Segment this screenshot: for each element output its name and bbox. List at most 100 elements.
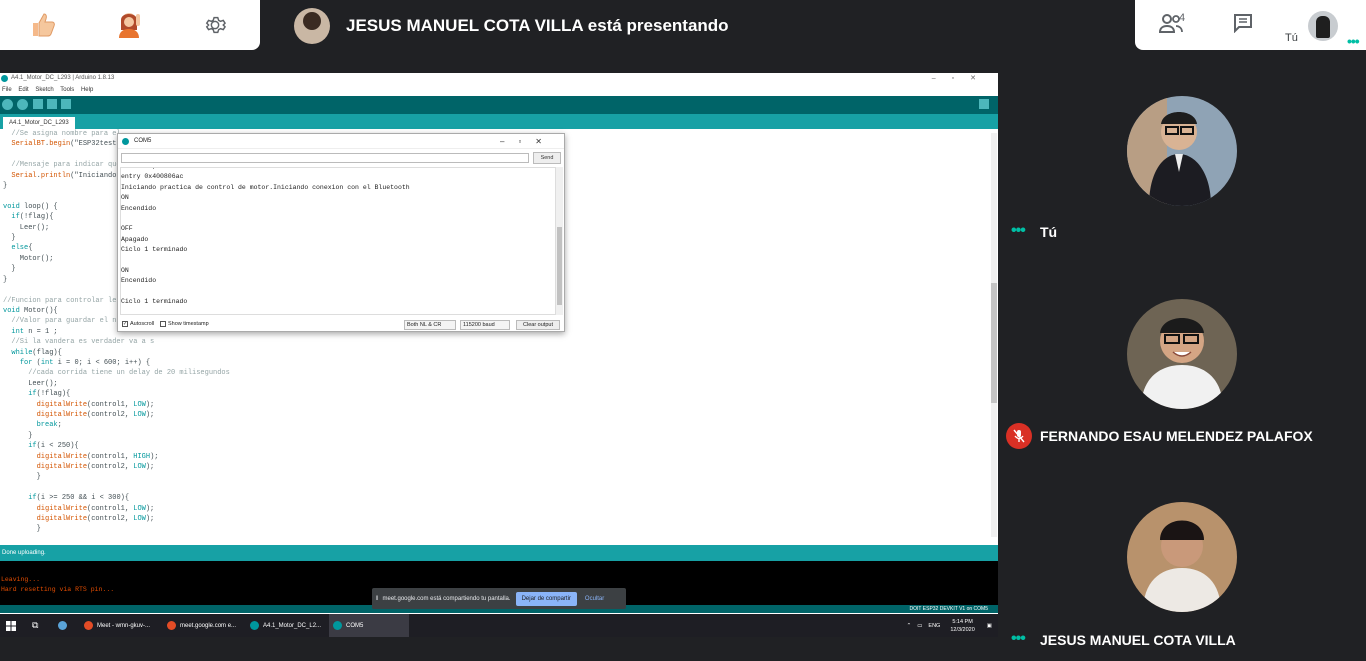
arduino-icon: [122, 138, 129, 145]
serial-output-line: [121, 214, 555, 224]
serial-output-line: Ciclo 1 terminado: [121, 298, 188, 306]
more-options-icon[interactable]: •••: [1011, 630, 1026, 648]
hide-button[interactable]: Ocultar: [585, 596, 604, 602]
serial-input[interactable]: [121, 153, 529, 163]
editor-scrollbar[interactable]: [991, 133, 997, 537]
language-indicator[interactable]: ENG: [928, 623, 940, 629]
arduino-icon: [250, 621, 259, 630]
ide-toolbar: [0, 96, 998, 114]
raise-hand-icon[interactable]: [86, 0, 172, 50]
menu-sketch[interactable]: Sketch: [35, 87, 53, 93]
code-line: digitalWrite(control1, LOW);: [36, 504, 155, 513]
autoscroll-label: Autoscroll: [130, 321, 155, 327]
presenter-avatar: [294, 8, 330, 44]
steam-icon[interactable]: [54, 614, 72, 637]
participants-panel: ••• Tú FERNANDO ESAU MELENDEZ PALAFOX ••…: [998, 50, 1366, 661]
serial-output-line: [121, 256, 555, 266]
ide-title-bar: A4.1_Motor_DC_L293 | Arduino 1.8.13 –▫✕: [0, 73, 998, 84]
serial-monitor-title-bar: COM5 –▫✕: [118, 134, 564, 149]
task-view-icon[interactable]: ⧉: [28, 614, 46, 637]
taskbar-item-com5[interactable]: COM5: [329, 614, 409, 637]
thumbs-up-icon[interactable]: [0, 0, 86, 50]
code-line: //cada corrida tiene un delay de 20 mili…: [3, 369, 230, 378]
window-controls[interactable]: –▫✕: [932, 73, 992, 84]
ide-status: Done uploading.: [0, 545, 998, 561]
open-icon[interactable]: [47, 99, 57, 109]
window-controls[interactable]: –▫✕: [500, 134, 556, 149]
clock-time: 5:14 PM: [952, 618, 973, 625]
menu-tools[interactable]: Tools: [60, 87, 74, 93]
menu-edit[interactable]: Edit: [18, 87, 28, 93]
chrome-icon: [167, 621, 176, 630]
avatar: [1127, 299, 1237, 409]
clear-output-button[interactable]: Clear output: [516, 320, 560, 330]
system-tray: ⌃ ▭ ENG 5:14 PM 12/3/2020 ▣: [907, 614, 992, 637]
arduino-icon: [333, 621, 342, 630]
gear-icon[interactable]: [172, 0, 258, 50]
self-avatar[interactable]: [1308, 11, 1338, 41]
taskbar-item-label: meet.google.com e...: [180, 622, 237, 629]
save-icon[interactable]: [61, 99, 71, 109]
people-button[interactable]: 4: [1135, 0, 1207, 50]
participant-name: FERNANDO ESAU MELENDEZ PALAFOX: [1040, 428, 1313, 444]
serial-monitor-icon[interactable]: [979, 99, 989, 109]
presenter-info: JESUS MANUEL COTA VILLA está presentando: [294, 8, 729, 44]
share-banner-text: meet.google.com está compartiendo tu pan…: [382, 595, 511, 602]
windows-start-icon[interactable]: [2, 614, 20, 637]
send-button[interactable]: Send: [533, 152, 561, 164]
clock[interactable]: 5:14 PM 12/3/2020: [950, 618, 974, 634]
self-label: Tú: [1285, 32, 1298, 44]
clock-date: 12/3/2020: [950, 626, 975, 633]
more-options-icon[interactable]: •••: [1347, 33, 1360, 49]
taskbar-item-arduino[interactable]: A4.1_Motor_DC_L2...: [246, 614, 326, 637]
baud-select[interactable]: 115200 baud: [460, 320, 510, 330]
timestamp-checkbox[interactable]: Show timestamp: [160, 321, 209, 327]
timestamp-label: Show timestamp: [168, 321, 209, 327]
serial-output-line: Encendido: [121, 204, 157, 212]
mic-off-icon: [1006, 423, 1032, 449]
stop-sharing-button[interactable]: Dejar de compartir: [515, 591, 577, 606]
code-line: digitalWrite(control1, HIGH);: [36, 452, 159, 461]
ide-tab-strip: A4.1_Motor_DC_L293: [0, 114, 998, 129]
reactions-bar: [0, 0, 260, 50]
serial-scrollbar[interactable]: [556, 167, 563, 315]
serial-output: mode:DIO, clock div:1entry 0x400806acIni…: [120, 167, 556, 315]
code-line: //Si la vandera es verdader va a s: [3, 338, 155, 347]
serial-output-line: Encendido: [121, 277, 157, 285]
notification-icon[interactable]: ▣: [987, 623, 992, 629]
code-line: if(!flag){: [28, 390, 71, 399]
serial-output-line: ON: [121, 267, 129, 275]
autoscroll-checkbox[interactable]: ✓ Autoscroll: [122, 321, 154, 327]
console-line: Leaving...: [1, 576, 41, 583]
windows-taskbar: ⧉ Meet - wmn-gkuv-... meet.google.com e.…: [0, 614, 998, 637]
presenter-text: JESUS MANUEL COTA VILLA está presentando: [346, 16, 729, 35]
taskbar-item-label: COM5: [346, 622, 364, 629]
serial-output-line: Ciclo 1 terminado: [121, 246, 188, 254]
serial-output-line: Iniciando practica de control de motor.I…: [121, 183, 410, 191]
participant-name: JESUS MANUEL COTA VILLA: [1040, 632, 1236, 648]
menu-file[interactable]: File: [2, 87, 12, 93]
more-options-icon[interactable]: •••: [1011, 222, 1026, 240]
chrome-icon: [84, 621, 93, 630]
taskbar-item-meet-share[interactable]: meet.google.com e...: [163, 614, 243, 637]
menu-help[interactable]: Help: [81, 87, 93, 93]
new-icon[interactable]: [33, 99, 43, 109]
serial-output-line: ON: [121, 194, 129, 202]
avatar: [1127, 96, 1237, 206]
code-line: if(i >= 250 && i < 300){: [28, 494, 130, 503]
chat-button[interactable]: [1207, 0, 1279, 50]
sketch-tab[interactable]: A4.1_Motor_DC_L293: [3, 117, 75, 129]
serial-output-line: OFF: [121, 225, 133, 233]
code-line: Leer();: [3, 379, 58, 388]
verify-icon[interactable]: [2, 99, 13, 110]
upload-icon[interactable]: [17, 99, 28, 110]
avatar: [1127, 502, 1237, 612]
chat-icon: [1233, 13, 1253, 38]
line-ending-select[interactable]: Both NL & CR: [404, 320, 456, 330]
people-count: 4: [1179, 12, 1186, 24]
taskbar-item-meet[interactable]: Meet - wmn-gkuv-...: [80, 614, 160, 637]
network-icon[interactable]: ▭: [917, 623, 922, 629]
code-line: }: [3, 525, 41, 534]
serial-monitor-title: COM5: [134, 138, 152, 144]
tray-chevron-icon[interactable]: ⌃: [907, 623, 912, 629]
